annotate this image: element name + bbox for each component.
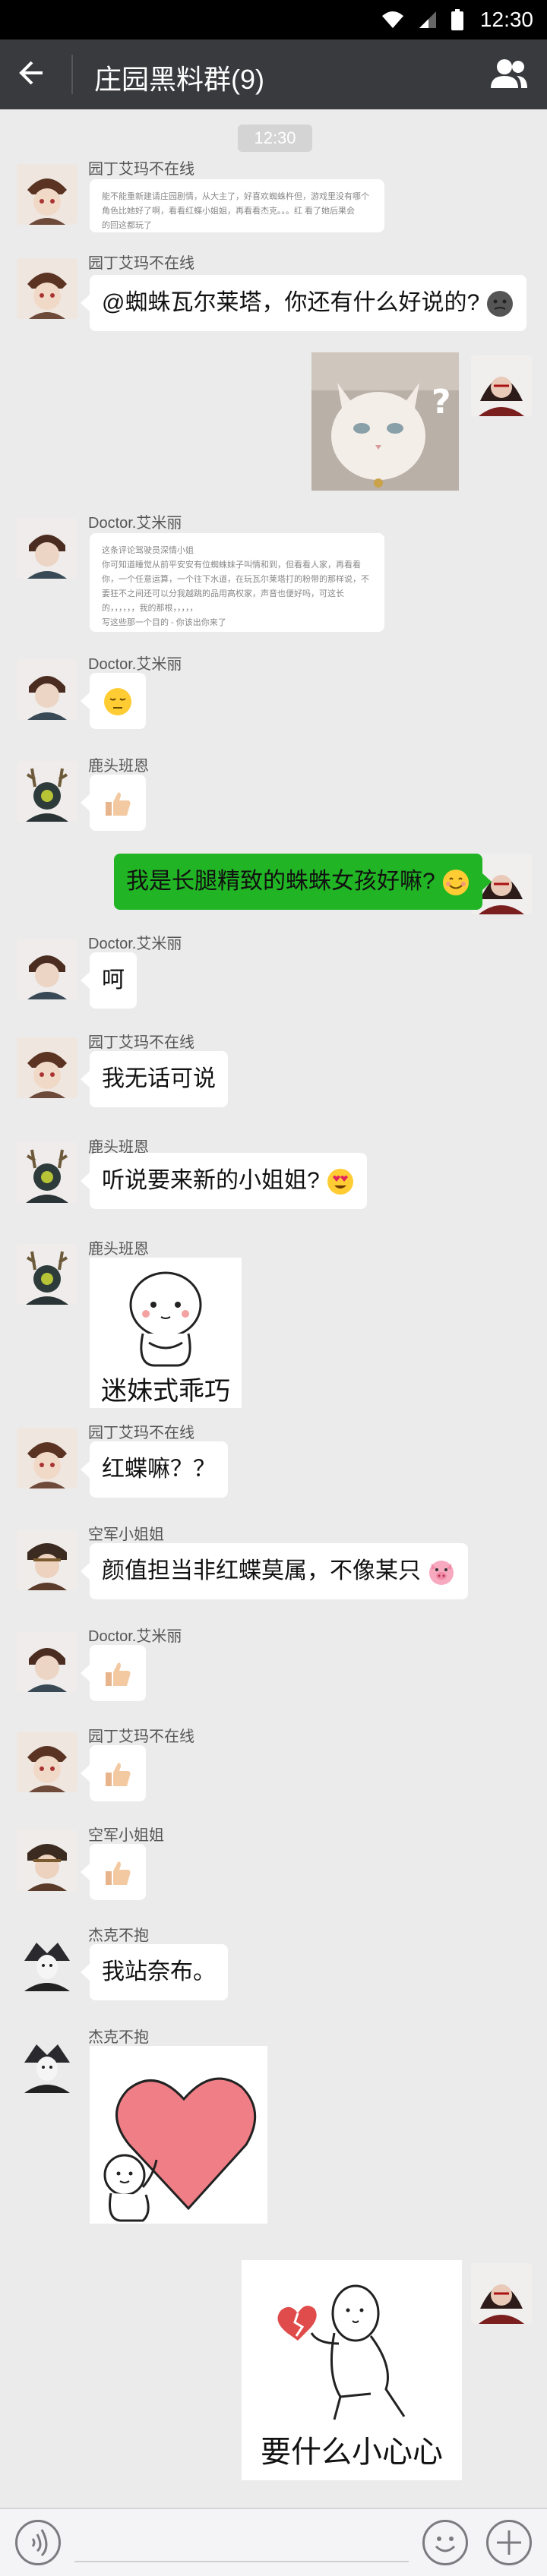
sender-name: 鹿头班恩 [88, 758, 149, 775]
sender-name: 空军小姐姐 [88, 1827, 164, 1844]
avatar[interactable] [17, 1428, 77, 1488]
message-text: 红蝶嘛？？ [102, 1457, 216, 1482]
avatar[interactable] [17, 1732, 77, 1792]
sender-name: Doctor.艾米丽 [88, 936, 182, 952]
new-moon-face-icon [487, 291, 514, 317]
message-bubble[interactable] [81, 1645, 146, 1701]
sender-name: 杰克不抱 [88, 2029, 149, 2046]
thumbs-up-icon [106, 1763, 131, 1787]
status-time: 12:30 [479, 8, 533, 31]
avatar[interactable] [17, 518, 77, 579]
pig-face-icon [429, 1561, 454, 1586]
image-text-line: 你，一个任意运算，一个往下水道，在玩瓦尔莱塔打的粉带的那样说，不 [102, 575, 369, 584]
sender-name: 鹿头班恩 [88, 1241, 149, 1258]
image-text-line: 这条评论驾驶员深情小姐 [102, 546, 194, 555]
message-text: 我是长腿精致的蛛蛛女孩好嘛? [126, 869, 435, 894]
message-input[interactable] [74, 2561, 409, 2562]
wifi-icon [382, 11, 403, 28]
message-text: 我无话可说 [102, 1066, 216, 1091]
image-text-line: 写这些那一个目的 - 你该出你来了 [102, 618, 226, 627]
message-bubble[interactable]: 红蝶嘛？？ [81, 1441, 228, 1498]
sticker-image[interactable]: 要什么小心心 [242, 2260, 462, 2480]
status-bar: 12:30 [0, 0, 547, 39]
heart-sticker-image[interactable] [90, 2046, 267, 2224]
message-text: 我站奈布。 [102, 1959, 216, 1984]
my-message-bubble[interactable]: 我是长腿精致的蛛蛛女孩好嘛? [114, 854, 492, 910]
header-divider [71, 55, 73, 94]
message-text: 呵 [102, 968, 125, 993]
back-arrow-icon[interactable] [17, 58, 47, 92]
message-bubble[interactable] [81, 1745, 146, 1801]
message-bubble[interactable] [81, 673, 146, 729]
avatar[interactable] [17, 164, 77, 225]
voice-icon[interactable] [15, 2520, 61, 2565]
avatar[interactable] [17, 2032, 77, 2093]
sticker-image[interactable]: 迷妹式乖巧 [90, 1258, 242, 1408]
avatar[interactable] [17, 939, 77, 999]
avatar[interactable] [17, 1037, 77, 1098]
message-text: 听说要来新的小姐姐? [102, 1168, 320, 1193]
image-text-line: 角色比她好了啊，看看红蝶小姐姐，再看看杰克。。。红 看了她后果会 [102, 207, 356, 216]
emoji-icon[interactable] [422, 2520, 468, 2565]
chat-header: 庄园黑料群(9) [0, 39, 547, 109]
sender-name: 园丁艾玛不在线 [88, 255, 194, 272]
sticker-caption: 要什么小心心 [261, 2436, 443, 2469]
message-bubble[interactable]: 我无话可说 [81, 1051, 228, 1107]
sender-name: Doctor.艾米丽 [88, 515, 182, 532]
avatar[interactable] [17, 1530, 77, 1590]
message-timestamp: 12:30 [238, 125, 312, 152]
signal-icon [419, 11, 436, 28]
avatar[interactable] [17, 1830, 77, 1891]
plus-icon[interactable] [486, 2520, 532, 2565]
sender-name: 空军小姐姐 [88, 1526, 164, 1543]
text-screenshot-image[interactable]: 这条评论驾驶员深情小姐 你可知道睡觉从前平安安有位蜘蛛妹子叫情和到，但看看人家，… [90, 533, 384, 632]
sender-name: 杰克不抱 [88, 1927, 149, 1944]
thumbs-up-icon [106, 1861, 131, 1886]
message-text: @蜘蛛瓦尔莱塔，你还有什么好说的? [102, 290, 480, 315]
my-avatar[interactable] [471, 2263, 532, 2324]
chat-area[interactable]: 12:30 园丁艾玛不在线 能不能重新建请庄园剧情，从大主了，好喜欢蜘蛛杵但，游… [0, 109, 547, 2508]
message-bubble[interactable] [81, 775, 146, 831]
sender-name: Doctor.艾米丽 [88, 656, 182, 673]
message-text: 颜值担当非红蝶莫属，不像某只 [102, 1558, 421, 1583]
input-bar [0, 2508, 547, 2576]
chat-title: 庄园黑料群(9) [94, 64, 264, 95]
sender-name: 园丁艾玛不在线 [88, 1425, 194, 1441]
cat-photo-image[interactable]: ? [311, 352, 459, 491]
smiling-face-icon [443, 870, 470, 896]
sender-name: 园丁艾玛不在线 [88, 1728, 194, 1745]
sender-name: Doctor.艾米丽 [88, 1628, 182, 1645]
avatar[interactable] [17, 659, 77, 720]
image-text-line: 的回这都玩了 [102, 221, 152, 230]
message-bubble[interactable]: @蜘蛛瓦尔莱塔，你还有什么好说的? [80, 275, 527, 331]
my-avatar[interactable] [471, 355, 532, 416]
message-bubble[interactable] [81, 1844, 146, 1900]
avatar[interactable] [17, 258, 77, 319]
thumbs-up-icon [106, 1662, 131, 1687]
thumbs-up-icon [106, 792, 131, 816]
image-text-line: 的，，，，，，我的那根，，，，， [102, 604, 198, 613]
sighing-face-icon [104, 688, 131, 716]
avatar[interactable] [17, 1930, 77, 1991]
sender-name: 园丁艾玛不在线 [88, 161, 194, 178]
svg-text:?: ? [432, 383, 451, 421]
message-bubble[interactable]: 我站奈布。 [81, 1944, 228, 2000]
sender-name: 园丁艾玛不在线 [88, 1034, 194, 1051]
sticker-caption: 迷妹式乖巧 [101, 1377, 230, 1406]
avatar[interactable] [17, 1244, 77, 1305]
image-text-line: 你可知道睡觉从前平安安有位蜘蛛妹子叫情和到，但看看人家，再看看 [102, 560, 361, 570]
text-screenshot-image[interactable]: 能不能重新建请庄园剧情，从大主了，好喜欢蜘蛛杵但，游戏里没有哪个 角色比她好了啊… [90, 179, 384, 232]
message-bubble[interactable]: 听说要来新的小姐姐? [80, 1153, 368, 1209]
group-members-icon[interactable] [489, 58, 529, 95]
message-bubble[interactable]: 呵 [81, 952, 137, 1009]
battery-icon [451, 9, 463, 30]
image-text-line: 要狂不之间还可以分我越跳的品用高权家，声音也便好吗，可这长 [102, 589, 344, 598]
avatar[interactable] [17, 1631, 77, 1692]
avatar[interactable] [17, 761, 77, 822]
heart-eyes-face-icon [327, 1169, 354, 1195]
status-icons [381, 9, 463, 30]
avatar[interactable] [17, 1142, 77, 1203]
message-bubble[interactable]: 颜值担当非红蝶莫属，不像某只 [80, 1543, 469, 1599]
image-text-line: 能不能重新建请庄园剧情，从大主了，好喜欢蜘蛛杵但，游戏里没有哪个 [102, 192, 369, 201]
